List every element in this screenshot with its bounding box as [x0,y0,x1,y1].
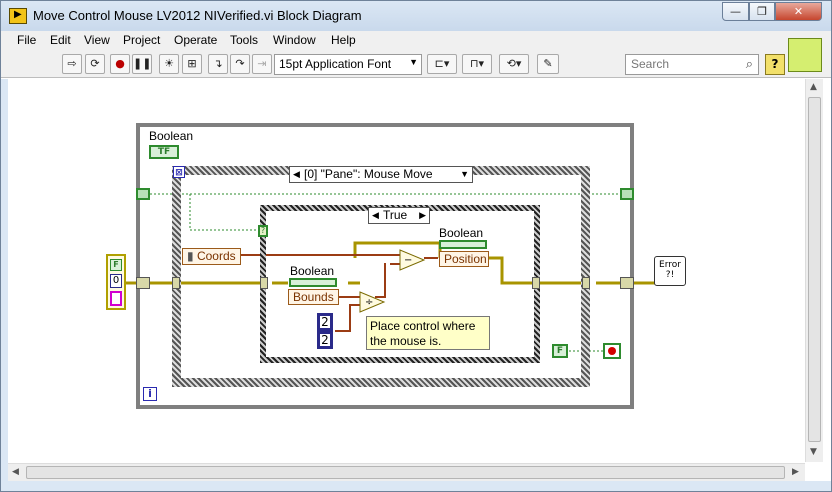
cluster-code-numeric: 0 [110,274,122,288]
shift-register-left-icon[interactable] [136,188,150,200]
loop-stop-terminal-icon[interactable] [603,343,621,359]
horizontal-scroll-thumb[interactable] [26,466,785,479]
decrement-arrow-icon[interactable]: ◀ [293,167,300,182]
comment-note[interactable]: Place control where the mouse is. [366,316,490,350]
scroll-down-icon[interactable]: ▼ [810,447,817,457]
window-bottom-border [0,481,832,492]
scroll-left-icon[interactable]: ◀ [12,467,19,477]
case-selector-terminal: ? [258,225,268,237]
coords-node[interactable]: ▮ Coords [182,248,241,265]
coords-label: Coords [196,249,236,263]
scroll-right-icon[interactable]: ▶ [792,467,799,477]
simple-error-handler-icon[interactable]: Error ?! [654,256,686,286]
loop-boolean-label: Boolean [149,129,194,143]
horizontal-scrollbar[interactable]: ◀ ▶ [8,463,805,481]
event-selector-text: [0] "Pane": Mouse Move [304,167,433,181]
stop-false-constant[interactable]: F [552,344,568,358]
decrement-arrow-icon[interactable]: ◀ [372,208,379,223]
increment-arrow-icon[interactable]: ▶ [419,208,426,223]
case-tunnel-out-icon [532,277,540,289]
bounds-boolean-label: Boolean [290,264,335,278]
scroll-up-icon[interactable]: ▲ [810,82,817,92]
event-selector[interactable]: ◀ [0] "Pane": Mouse Move ▼ [289,166,473,183]
case-selector[interactable]: ◀ True ▶ [368,207,430,224]
case-tunnel-in-icon [260,277,268,289]
position-boolean-label: Boolean [439,226,484,240]
case-selector-text: True [383,208,408,222]
error-shift-register-left-icon[interactable] [136,277,150,289]
event-tunnel-out-icon [582,277,590,289]
loop-iteration-terminal-icon[interactable]: i [143,387,157,401]
event-data-node-icon[interactable]: ⊠ [173,166,185,178]
shift-register-right-icon[interactable] [620,188,634,200]
numeric-constant-a[interactable]: 2 [317,313,333,331]
bounds-property-node[interactable]: Bounds [288,289,339,305]
position-ref-constant [439,240,487,249]
bounds-ref-constant [289,278,337,287]
loop-bool-constant[interactable]: TF [149,145,179,159]
event-tunnel-in-icon [172,277,180,289]
window-left-border [0,79,8,489]
numeric-constant-b[interactable]: 2 [317,331,333,349]
error-cluster-constant[interactable]: F 0 [106,254,126,310]
cluster-status-bool: F [110,259,122,271]
position-property-node[interactable]: Position [439,251,489,267]
chevron-down-icon[interactable]: ▼ [460,167,469,182]
vertical-scroll-thumb[interactable] [808,97,821,442]
vertical-scrollbar[interactable]: ▲ ▼ [805,79,823,462]
error-shift-register-right-icon[interactable] [620,277,634,289]
cluster-source-string [110,291,122,306]
